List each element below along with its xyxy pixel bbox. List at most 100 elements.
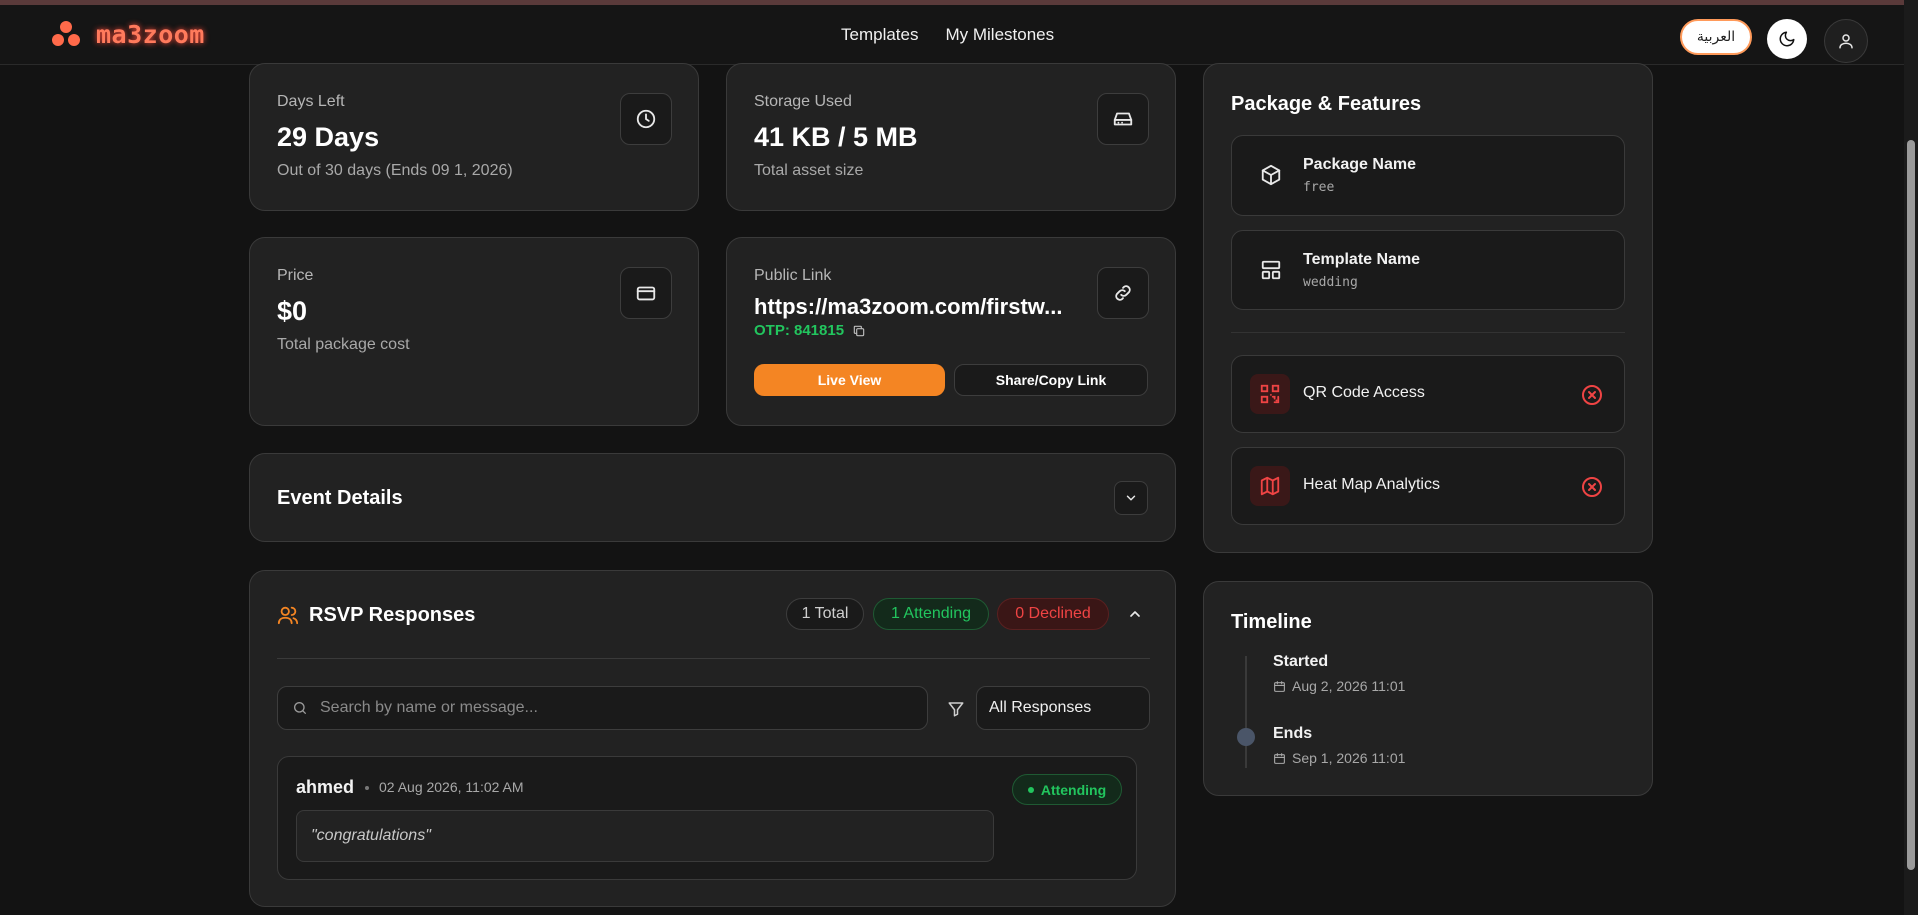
qr-code-icon bbox=[1260, 384, 1280, 404]
response-name: ahmed bbox=[296, 777, 355, 797]
timeline-line bbox=[1245, 656, 1247, 768]
filter-icon[interactable] bbox=[947, 700, 965, 718]
link-icon bbox=[1115, 285, 1131, 301]
language-button[interactable]: العربية bbox=[1680, 19, 1752, 55]
timeline-started-label: Started bbox=[1273, 653, 1329, 670]
package-title: Package & Features bbox=[1231, 93, 1422, 115]
timeline-ends-date: Sep 1, 2026 11:01 bbox=[1273, 750, 1405, 766]
live-view-button[interactable]: Live View bbox=[754, 364, 945, 396]
chevron-down-icon bbox=[1126, 495, 1136, 501]
rsvp-divider bbox=[277, 658, 1150, 659]
feature-heat-map: Heat Map Analytics bbox=[1231, 447, 1625, 525]
clock-icon bbox=[636, 109, 656, 129]
timeline-dot-end bbox=[1237, 728, 1255, 746]
price-card: Price $0 Total package cost bbox=[249, 237, 699, 426]
attending-badge: 1 Attending bbox=[873, 598, 989, 630]
scrollbar-thumb[interactable] bbox=[1907, 140, 1915, 870]
ends-date-text: Sep 1, 2026 11:01 bbox=[1292, 750, 1406, 766]
total-badge: 1 Total bbox=[786, 598, 864, 630]
clock-icon-box bbox=[620, 93, 672, 145]
response-date: 02 Aug 2026, 11:02 AM bbox=[379, 779, 524, 795]
days-left-card: Days Left 29 Days Out of 30 days (Ends 0… bbox=[249, 63, 699, 211]
response-filter-select[interactable]: All Responses bbox=[976, 686, 1150, 730]
storage-sub: Total asset size bbox=[754, 162, 864, 179]
copy-icon[interactable] bbox=[852, 324, 866, 338]
box-icon bbox=[1261, 164, 1281, 186]
link-icon-box[interactable] bbox=[1097, 267, 1149, 319]
theme-toggle-button[interactable] bbox=[1767, 19, 1807, 59]
user-icon bbox=[1839, 34, 1853, 49]
days-left-sub: Out of 30 days (Ends 09 1, 2026) bbox=[277, 162, 513, 179]
rsvp-title: RSVP Responses bbox=[309, 604, 476, 626]
credit-card-icon bbox=[636, 286, 656, 301]
nav-link-templates[interactable]: Templates bbox=[841, 25, 918, 45]
brand-name: ma3zoom bbox=[96, 19, 205, 49]
search-placeholder: Search by name or message... bbox=[320, 699, 538, 716]
feature-qr-code: QR Code Access bbox=[1231, 355, 1625, 433]
hard-drive-icon bbox=[1113, 112, 1133, 126]
page-scrollbar[interactable] bbox=[1904, 0, 1918, 915]
event-details-toggle[interactable] bbox=[1114, 481, 1148, 515]
storage-value: 41 KB / 5 MB bbox=[754, 122, 918, 152]
card-icon-box bbox=[620, 267, 672, 319]
package-divider bbox=[1231, 332, 1625, 333]
chevron-up-icon[interactable] bbox=[1127, 606, 1143, 622]
nav-links: Templates My Milestones bbox=[841, 25, 1054, 45]
map-icon-box bbox=[1250, 466, 1290, 506]
map-icon bbox=[1260, 476, 1280, 496]
template-name-label: Template Name bbox=[1303, 251, 1421, 268]
timeline-started-date: Aug 2, 2026 11:01 bbox=[1273, 678, 1405, 694]
user-menu-button[interactable] bbox=[1824, 19, 1868, 63]
response-status-badge: Attending bbox=[1012, 774, 1122, 805]
otp-text: OTP: 841815 bbox=[754, 322, 866, 339]
public-link-label: Public Link bbox=[754, 267, 832, 284]
price-label: Price bbox=[277, 267, 314, 284]
public-link-url[interactable]: https://ma3zoom.com/firstw... bbox=[754, 294, 1084, 320]
status-dot bbox=[1027, 786, 1034, 793]
users-icon bbox=[277, 606, 299, 625]
public-link-card: Public Link https://ma3zoom.com/firstw..… bbox=[726, 237, 1176, 426]
navbar: ma3zoom Templates My Milestones العربية bbox=[0, 5, 1904, 65]
days-left-label: Days Left bbox=[277, 93, 345, 110]
event-details-title: Event Details bbox=[277, 487, 403, 509]
timeline-card: Timeline Started Aug 2, 2026 11:01 Ends … bbox=[1203, 581, 1653, 796]
logo-icon bbox=[52, 21, 80, 46]
calendar-icon bbox=[1274, 680, 1285, 692]
event-details-card[interactable]: Event Details bbox=[249, 453, 1176, 542]
search-input[interactable]: Search by name or message... bbox=[277, 686, 928, 730]
declined-badge: 0 Declined bbox=[997, 598, 1109, 630]
logo[interactable]: ma3zoom bbox=[50, 19, 205, 49]
package-name-label: Package Name bbox=[1303, 156, 1416, 173]
storage-card: Storage Used 41 KB / 5 MB Total asset si… bbox=[726, 63, 1176, 211]
calendar-icon bbox=[1274, 752, 1285, 764]
x-circle-icon bbox=[1582, 385, 1602, 405]
x-circle-icon bbox=[1582, 477, 1602, 497]
separator-dot bbox=[365, 786, 369, 790]
moon-icon bbox=[1779, 31, 1795, 47]
package-name-value: free bbox=[1303, 180, 1335, 195]
response-message-box: "congratulations" bbox=[296, 810, 994, 862]
response-message: "congratulations" bbox=[311, 827, 431, 844]
response-item: ahmed 02 Aug 2026, 11:02 AM Attending "c… bbox=[277, 756, 1137, 880]
package-name-row: Package Name free bbox=[1231, 135, 1625, 216]
search-icon bbox=[294, 702, 306, 714]
status-label: Attending bbox=[1040, 781, 1107, 798]
template-name-value: wedding bbox=[1303, 275, 1358, 290]
package-card: Package & Features Package Name free Tem… bbox=[1203, 63, 1653, 553]
feature-qr-label: QR Code Access bbox=[1303, 384, 1425, 401]
timeline-title: Timeline bbox=[1231, 611, 1312, 633]
price-sub: Total package cost bbox=[277, 336, 410, 353]
feature-heatmap-label: Heat Map Analytics bbox=[1303, 476, 1440, 493]
nav-link-milestones[interactable]: My Milestones bbox=[945, 25, 1054, 45]
days-left-value: 29 Days bbox=[277, 122, 380, 152]
drive-icon-box bbox=[1097, 93, 1149, 145]
started-date-text: Aug 2, 2026 11:01 bbox=[1292, 678, 1406, 694]
storage-label: Storage Used bbox=[754, 93, 852, 110]
otp-value: OTP: 841815 bbox=[754, 322, 845, 339]
qr-icon-box bbox=[1250, 374, 1290, 414]
layout-icon bbox=[1261, 260, 1281, 280]
template-name-row: Template Name wedding bbox=[1231, 230, 1625, 310]
timeline-ends-label: Ends bbox=[1273, 725, 1313, 742]
share-copy-link-button[interactable]: Share/Copy Link bbox=[954, 364, 1148, 396]
price-value: $0 bbox=[277, 296, 308, 326]
